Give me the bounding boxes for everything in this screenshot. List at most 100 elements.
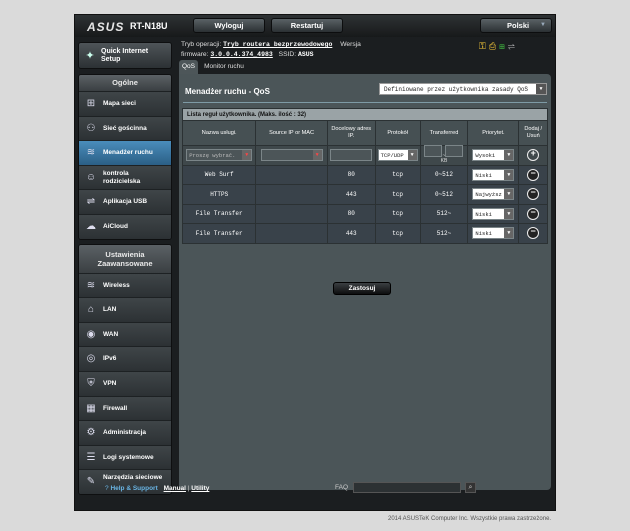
cell-port: 443 — [326, 223, 376, 244]
usb-icon[interactable]: ⇌ — [508, 41, 518, 51]
sidebar-item-label: Menadżer ruchu — [103, 149, 153, 157]
cell-src — [255, 223, 328, 244]
usb-app-icon: ⇌ — [86, 196, 96, 208]
sidebar-item-lan[interactable]: ⌂ LAN — [79, 297, 171, 322]
page-title: Menadżer ruchu - QoS — [185, 87, 270, 96]
vpn-icon: ⛨ — [87, 377, 95, 389]
sidebar-item-traffic-manager[interactable]: ≋ Menadżer ruchu — [79, 140, 171, 165]
cell-proto: tcp — [374, 203, 421, 224]
destination-port-input[interactable] — [330, 149, 373, 162]
sidebar-item-label: Sieć gościnna — [103, 124, 147, 132]
sidebar-item-firewall[interactable]: ▦ Firewall — [79, 395, 171, 421]
cell-src — [255, 184, 328, 205]
wand-icon: ✦ — [85, 50, 95, 62]
cell-proto: tcp — [374, 184, 421, 205]
priority-select[interactable]: Niski ▼ — [472, 168, 515, 181]
help-support-link[interactable]: Help & Support — [110, 485, 157, 492]
cell-transferred: 0~512 — [419, 184, 469, 205]
priority-value: Najwyższ — [475, 191, 502, 199]
cell-name: Web Surf — [181, 164, 257, 185]
remove-rule-button[interactable]: − — [527, 227, 540, 240]
table-caption: Lista reguł użytkownika. (Maks. ilość : … — [182, 108, 548, 121]
qos-mode-value: Definiowane przez użytkownika zasady QoS — [384, 86, 529, 93]
chevron-down-icon: ▼ — [312, 150, 322, 161]
footer-links: ? Help & Support Manual | Utility — [105, 485, 209, 492]
cell-priority: Niski ▼ — [467, 223, 520, 244]
guest-network-icon: ⚇ — [86, 122, 96, 134]
qos-panel: Menadżer ruchu - QoS Definiowane przez u… — [179, 74, 551, 490]
sidebar-item-vpn[interactable]: ⛨ VPN — [79, 370, 171, 396]
version-label: Wersja — [340, 41, 361, 48]
service-select[interactable]: Proszę wybrać. ▼ — [186, 149, 253, 162]
logout-button[interactable]: Wyloguj — [193, 18, 265, 33]
sidebar-item-usb-app[interactable]: ⇌ Aplikacja USB — [79, 189, 171, 214]
manual-link[interactable]: Manual — [164, 485, 186, 492]
cell-port: 80 — [326, 164, 376, 185]
col-protocol: Protokół — [374, 120, 421, 146]
language-select[interactable]: Polski ▼ — [480, 18, 552, 33]
priority-value: Wysoki — [475, 152, 496, 160]
cell-remove: − — [518, 184, 548, 205]
chevron-down-icon: ▼ — [504, 208, 514, 219]
restart-button[interactable]: Restartuj — [271, 18, 343, 33]
admin-icon: ⚙ — [86, 427, 96, 439]
priority-select[interactable]: Najwyższ ▼ — [472, 188, 515, 201]
network-status-icon[interactable]: ⊞ — [499, 41, 508, 51]
transferred-from-input[interactable] — [424, 145, 443, 158]
protocol-select[interactable]: TCP/UDP ▼ — [377, 149, 418, 162]
firmware-link[interactable]: 3.0.0.4.374_4983 — [210, 51, 272, 58]
utility-link[interactable]: Utility — [191, 485, 209, 492]
tab-traffic-monitor[interactable]: Monitor ruchu — [200, 60, 248, 74]
priority-value: Niski — [475, 230, 492, 238]
general-title: Ogólne — [79, 75, 171, 91]
remove-rule-button[interactable]: − — [527, 188, 540, 201]
sidebar-item-parental-control[interactable]: ☺ kontrola rodzicielska — [79, 164, 171, 190]
apply-button[interactable]: Zastosuj — [333, 282, 391, 295]
col-priority: Priorytet. — [467, 120, 520, 146]
sidebar-item-wan[interactable]: ◉ WAN — [79, 321, 171, 347]
unit-label: KB — [440, 157, 448, 164]
sidebar-item-label: Narzędzia sieciowe — [103, 474, 163, 482]
sidebar-item-log[interactable]: ☰ Logi systemowe — [79, 444, 171, 470]
key-icon[interactable]: ⚿ — [479, 41, 489, 51]
search-icon[interactable]: ⌕ — [465, 482, 476, 493]
qis-label: Quick Internet Setup — [101, 48, 149, 63]
priority-select[interactable]: Niski ▼ — [472, 207, 515, 220]
cell-name: File Transfer — [181, 223, 257, 244]
sidebar-item-wifi[interactable]: ≋ Wireless — [79, 272, 171, 298]
router-window: ASUS RT-N18U Wyloguj Restartuj Polski ▼ ✦… — [74, 14, 556, 511]
ssid-label: SSID: — [278, 51, 297, 58]
cell-transferred: 512~ — [419, 203, 469, 224]
add-rule-button[interactable]: + — [527, 149, 540, 162]
sidebar-item-cloud[interactable]: ☁ AiCloud — [79, 213, 171, 239]
faq-search-input[interactable] — [353, 482, 461, 493]
log-icon: ☰ — [86, 451, 96, 463]
quick-internet-setup-button[interactable]: ✦ Quick Internet Setup — [78, 42, 172, 69]
transferred-to-input[interactable] — [445, 145, 464, 158]
mode-link[interactable]: Tryb routera bezprzewodowego — [223, 41, 332, 48]
sidebar: ✦ Quick Internet Setup Ogólne ⊞ Mapa siec… — [78, 42, 172, 499]
sidebar-item-network-map[interactable]: ⊞ Mapa sieci — [79, 91, 171, 116]
priority-select[interactable]: Wysoki ▼ — [472, 149, 515, 162]
sidebar-item-admin[interactable]: ⚙ Administracja — [79, 420, 171, 445]
general-section: Ogólne ⊞ Mapa sieci ⚇ Sieć gościnna ≋ Menadże… — [78, 74, 172, 240]
remove-rule-button[interactable]: − — [527, 207, 540, 220]
table-row: File Transfer 443 tcp 512~ Niski ▼ − — [181, 223, 548, 244]
model-name: RT-N18U — [130, 21, 168, 31]
sidebar-item-label: Aplikacja USB — [103, 198, 148, 206]
sidebar-item-label: VPN — [103, 379, 117, 387]
sidebar-item-guest-network[interactable]: ⚇ Sieć gościnna — [79, 115, 171, 141]
printer-icon[interactable]: ⎙ — [489, 41, 499, 51]
language-label: Polski — [507, 21, 530, 30]
tab-qos[interactable]: QoS — [179, 60, 198, 74]
tools-icon: ✎ — [86, 476, 96, 488]
cell-priority: Niski ▼ — [467, 203, 520, 224]
qos-mode-select[interactable]: Definiowane przez użytkownika zasady QoS… — [379, 83, 547, 95]
cell-remove: − — [518, 203, 548, 224]
sidebar-item-ipv6[interactable]: ◎ IPv6 — [79, 346, 171, 371]
source-ip-select[interactable]: ▼ — [260, 149, 323, 162]
remove-rule-button[interactable]: − — [527, 168, 540, 181]
sidebar-item-label: Mapa sieci — [103, 100, 136, 107]
chevron-down-icon: ▼ — [504, 169, 514, 180]
priority-select[interactable]: Niski ▼ — [472, 227, 515, 240]
